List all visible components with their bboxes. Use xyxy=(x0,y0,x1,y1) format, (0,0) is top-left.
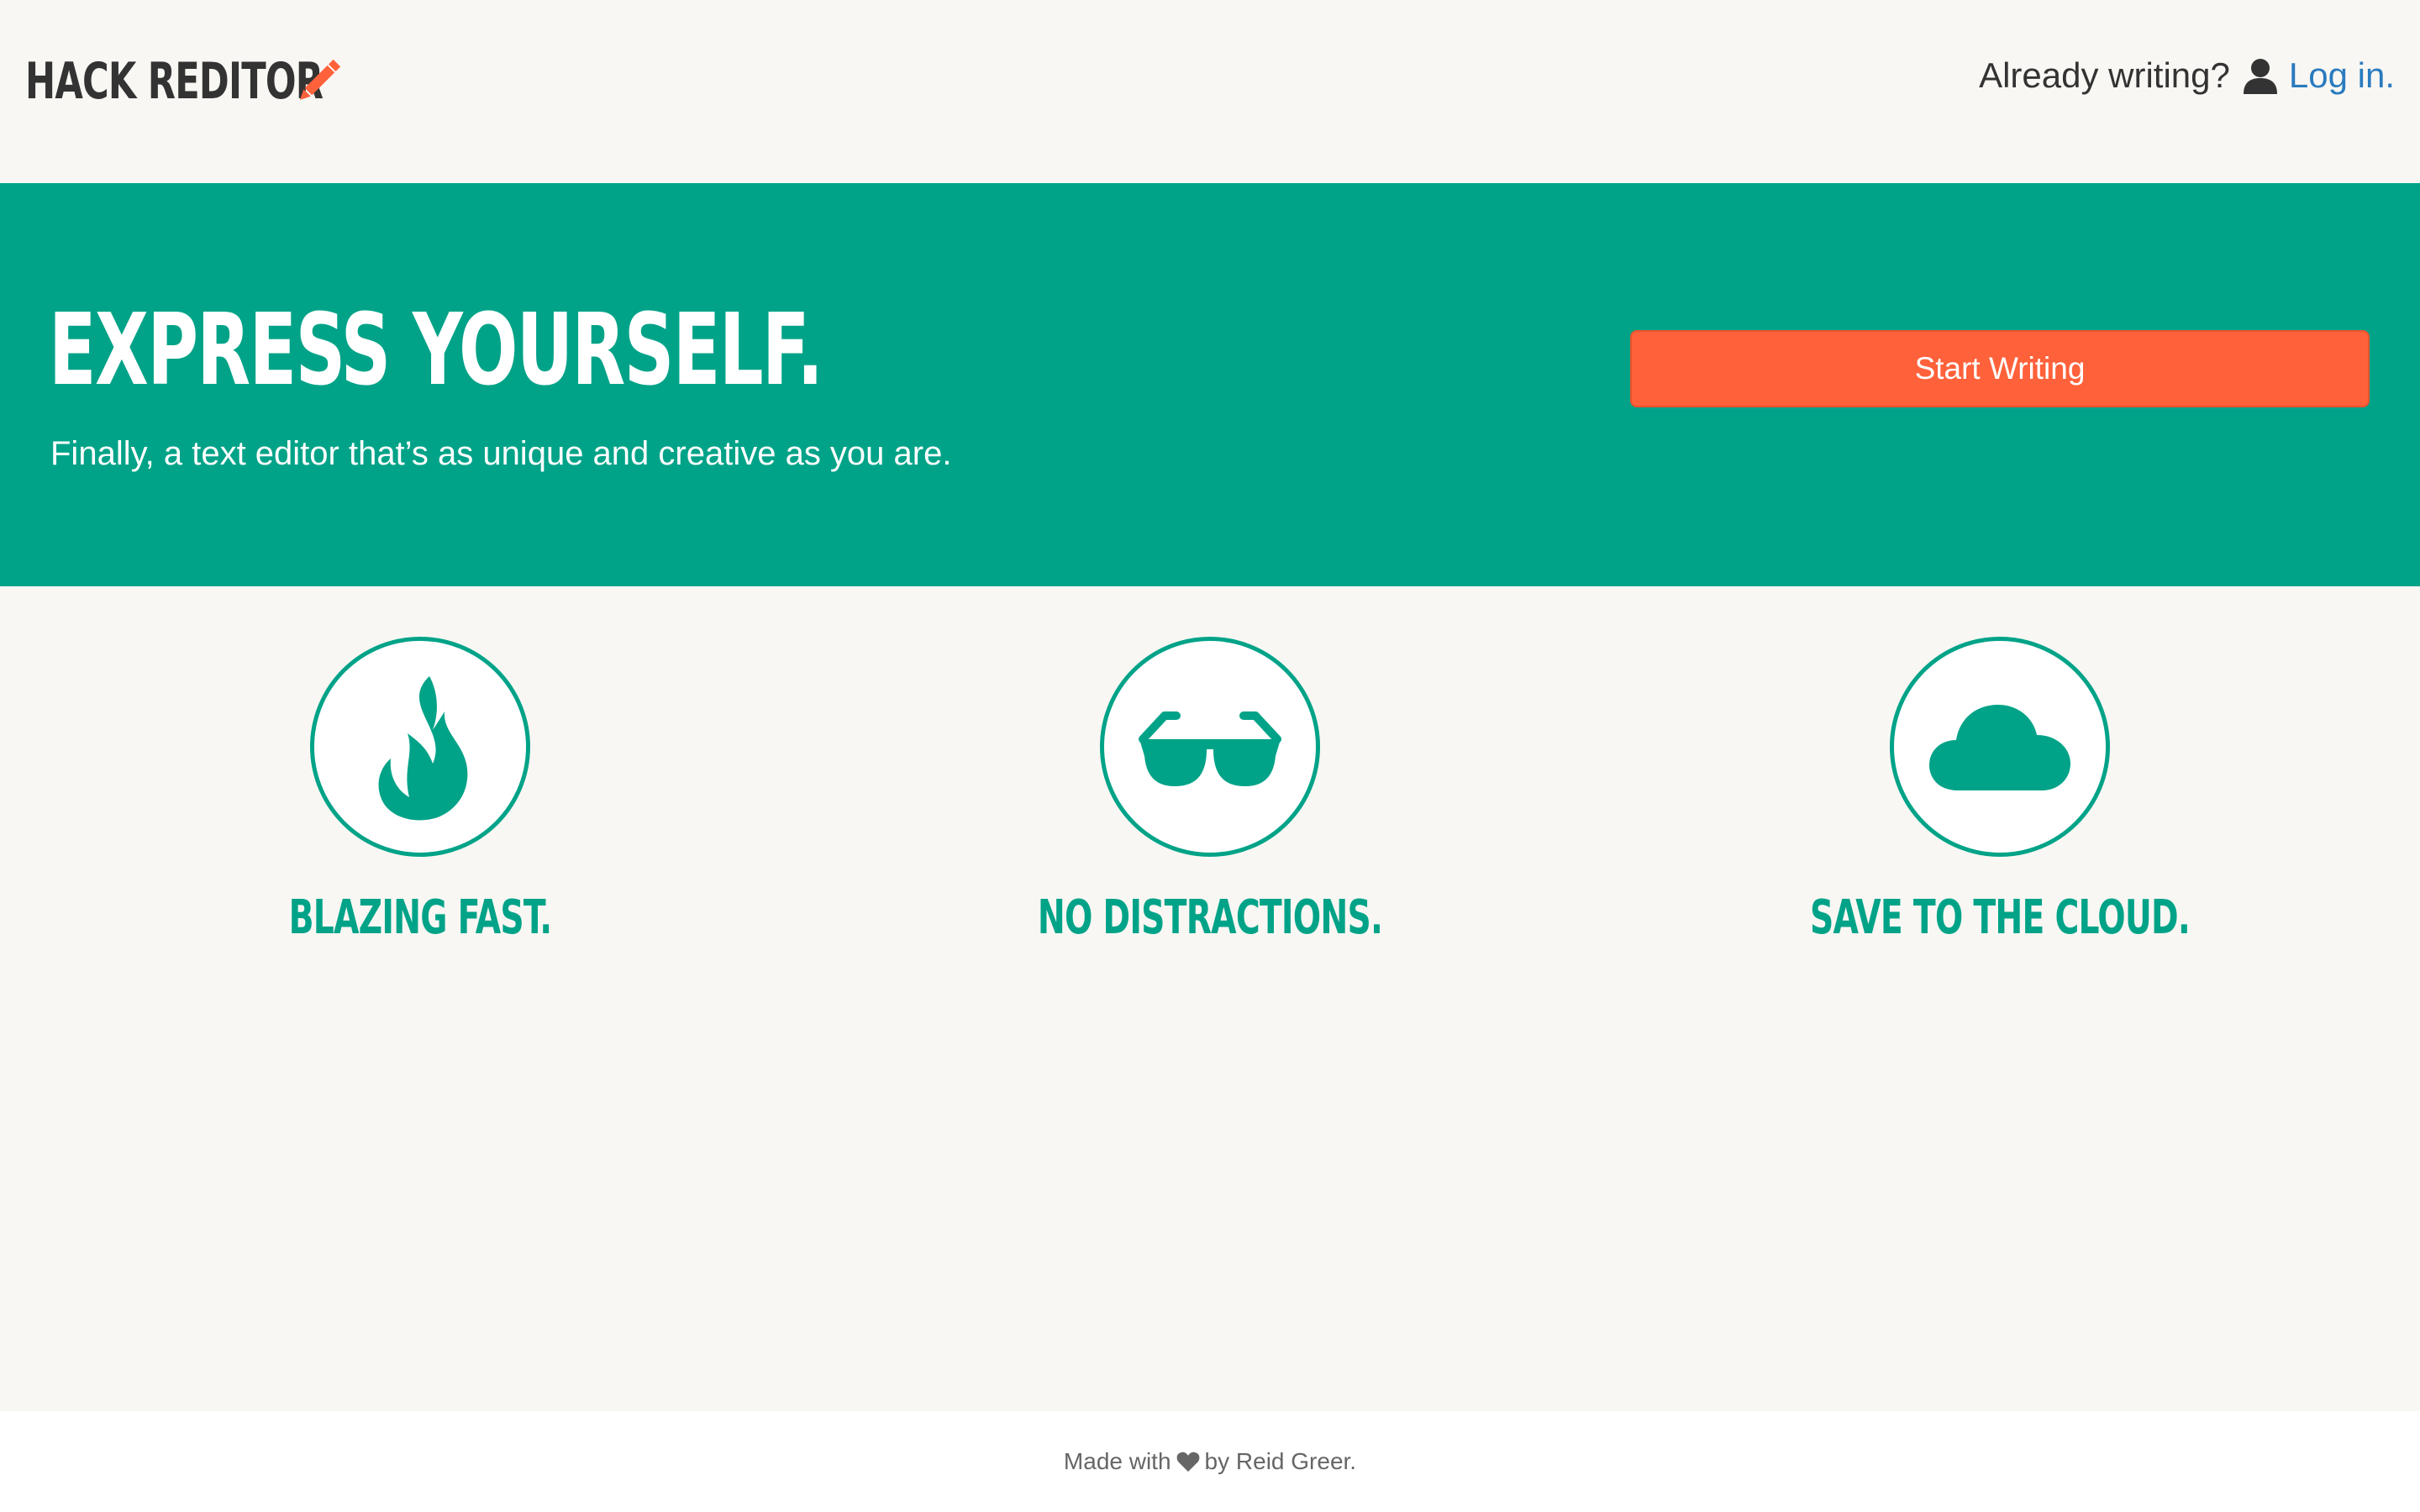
logo-text: HACK REDITOR xyxy=(25,52,324,111)
hero-banner: EXPRESS YOURSELF. Finally, a text editor… xyxy=(0,183,2420,586)
footer-author: by Reid Greer. xyxy=(1204,1448,1357,1474)
footer-made-with: Made with xyxy=(1063,1448,1171,1474)
feature-label: NO DISTRACTIONS. xyxy=(1037,890,1383,945)
pencil-icon xyxy=(300,59,341,100)
user-icon xyxy=(2243,59,2277,94)
hero-title: EXPRESS YOURSELF. xyxy=(49,291,823,407)
feature-icon-circle xyxy=(310,637,530,857)
sunglasses-icon xyxy=(1139,711,1281,786)
cloud-icon xyxy=(1929,705,2070,790)
login-link[interactable]: Log in. xyxy=(2289,55,2395,96)
logo[interactable]: HACK REDITOR xyxy=(25,52,397,111)
feature-icon-circle xyxy=(1100,637,1320,857)
feature-label: SAVE TO THE CLOUD. xyxy=(1810,890,2191,945)
feature-blazing-fast: BLAZING FAST. xyxy=(151,637,689,945)
start-writing-button[interactable]: Start Writing xyxy=(1630,330,2370,407)
hero-subtitle: Finally, a text editor that’s as unique … xyxy=(50,435,952,472)
login-area: Already writing? Log in. xyxy=(1979,52,2395,99)
feature-icon-circle xyxy=(1890,637,2110,857)
login-prompt: Already writing? xyxy=(1979,55,2230,95)
flame-icon xyxy=(378,676,468,821)
feature-label: BLAZING FAST. xyxy=(288,890,553,945)
feature-no-distractions: NO DISTRACTIONS. xyxy=(941,637,1479,945)
site-footer: Made with by Reid Greer. xyxy=(0,1411,2420,1512)
heart-icon xyxy=(1176,1452,1199,1472)
feature-save-to-cloud: SAVE TO THE CLOUD. xyxy=(1731,637,2269,945)
site-header: HACK REDITOR Already writing? Log in. xyxy=(0,0,2420,183)
